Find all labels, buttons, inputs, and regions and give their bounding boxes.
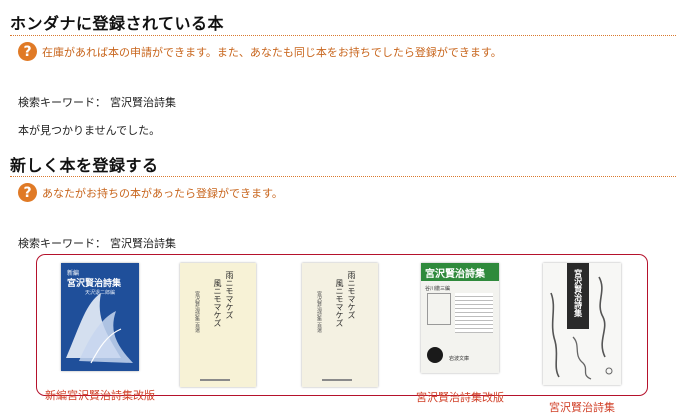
registered-search-keyword: 検索キーワード： 宮沢賢治詩集 <box>18 94 176 110</box>
cover-subtitle: 風ニモマケズ <box>213 279 222 327</box>
search-keyword-value: 宮沢賢治詩集 <box>110 237 176 250</box>
book-cover[interactable]: 宮沢賢治詩集 谷川徹三編 岩波文庫 <box>421 263 499 373</box>
cover-series: 宮沢賢治詩集 百選 <box>316 291 322 333</box>
book-title-link[interactable]: 宮沢賢治詩集 <box>507 399 657 415</box>
book-cover[interactable]: 雨ニモマケズ 風ニモマケズ 宮沢賢治詩集 百選 <box>180 263 256 387</box>
cover-text-block <box>455 293 493 333</box>
series-logo <box>427 347 443 363</box>
book-item[interactable]: 雨ニモマケズ 風ニモマケズ 宮沢賢治詩集 百選 <box>285 263 395 387</box>
cover-subtitle: 風ニモマケズ <box>335 279 344 327</box>
register-new-search-keyword: 検索キーワード： 宮沢賢治詩集 <box>18 235 176 251</box>
search-keyword-label: 検索キーワード： <box>18 237 106 250</box>
search-results: 新編 宮沢賢治詩集 天沢退二郎編 新編宮沢賢治詩集改版 雨ニモマケズ 風ニモマケ… <box>36 254 648 414</box>
cover-frame <box>427 293 451 325</box>
registered-notice-text: 在庫があれば本の申請ができます。また、あなたも同じ本をお持ちでしたら登録ができま… <box>42 45 502 59</box>
register-new-divider <box>10 176 676 177</box>
publisher-mark <box>322 379 352 381</box>
book-title-link[interactable]: 新編宮沢賢治詩集改版 <box>25 387 175 403</box>
book-cover[interactable]: 雨ニモマケズ 風ニモマケズ 宮沢賢治詩集 百選 <box>302 263 378 387</box>
cover-title: 雨ニモマケズ <box>347 271 356 319</box>
register-new-notice-text: あなたがお持ちの本があったら登録ができます。 <box>42 186 283 200</box>
search-keyword-value: 宮沢賢治詩集 <box>110 96 176 109</box>
register-new-heading: 新しく本を登録する <box>10 156 159 175</box>
no-results-message: 本が見つかりませんでした。 <box>18 124 161 137</box>
book-cover[interactable]: 新編 宮沢賢治詩集 天沢退二郎編 <box>61 263 139 371</box>
cover-title: 宮沢賢治詩集 <box>425 269 485 280</box>
registered-notice: ? 在庫があれば本の申請ができます。また、あなたも同じ本をお持ちでしたら登録がで… <box>18 42 502 61</box>
book-item[interactable]: 新編 宮沢賢治詩集 天沢退二郎編 新編宮沢賢治詩集改版 <box>45 263 155 402</box>
calligraphy-illustration <box>550 276 613 380</box>
cover-editor: 谷川徹三編 <box>425 286 451 292</box>
search-keyword-label: 検索キーワード： <box>18 96 106 109</box>
register-new-notice: ? あなたがお持ちの本があったら登録ができます。 <box>18 183 283 202</box>
registered-divider <box>10 35 676 36</box>
cover-publisher: 岩波文庫 <box>449 356 470 362</box>
publisher-mark <box>200 379 230 381</box>
cover-title: 宮沢賢治詩集 <box>67 279 122 289</box>
book-item[interactable]: 雨ニモマケズ 風ニモマケズ 宮沢賢治詩集 百選 <box>163 263 273 387</box>
book-item[interactable]: 宮沢賢治詩集 谷川徹三編 岩波文庫 宮沢賢治詩集改版 <box>405 263 515 404</box>
question-icon: ? <box>18 42 37 61</box>
book-cover[interactable]: 宮沢賢治詩集 <box>543 263 621 385</box>
cover-editor: 天沢退二郎編 <box>85 290 116 296</box>
cover-title: 雨ニモマケズ <box>225 271 234 319</box>
book-item[interactable]: 宮沢賢治詩集 宮沢賢治詩集 <box>527 263 637 414</box>
cover-series: 宮沢賢治詩集 百選 <box>194 291 200 333</box>
registered-heading: ホンダナに登録されている本 <box>10 14 225 33</box>
question-icon: ? <box>18 183 37 202</box>
